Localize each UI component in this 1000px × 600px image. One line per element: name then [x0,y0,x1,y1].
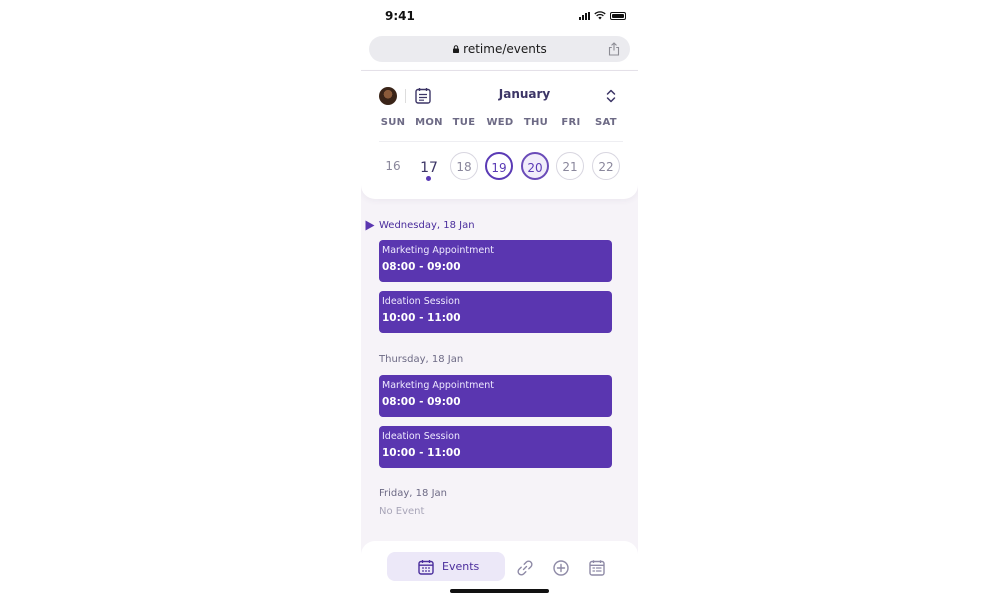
calendar-header: January SUN MON TUE WED THU FRI SAT 16 1… [361,71,638,199]
status-bar: 9:41 [361,0,638,34]
no-event-text: No Event [379,506,425,517]
date-cell[interactable]: 18 [450,152,478,180]
event-title: Ideation Session [382,431,460,442]
weekday-label: FRI [561,117,581,128]
schedule-list-icon[interactable] [588,559,606,577]
address-text-wrap: retime/events [369,42,630,56]
calendar-divider [379,141,623,142]
nav-events-label: Events [442,560,480,573]
today-indicator-dot [426,176,431,181]
date-cell-selected[interactable]: 19 [485,152,513,180]
weekday-label: WED [486,117,514,128]
battery-icon [610,11,626,20]
weekday-label: SAT [595,117,617,128]
event-card[interactable]: Marketing Appointment 08:00 - 09:00 [379,375,612,417]
event-card[interactable]: Marketing Appointment 08:00 - 09:00 [379,240,612,282]
current-day-marker-icon [365,220,375,231]
home-indicator [450,589,549,593]
weekday-label: SUN [380,117,406,128]
date-cell[interactable]: 16 [379,152,407,180]
event-time: 10:00 - 11:00 [382,447,461,459]
link-icon[interactable] [516,559,534,577]
status-time: 9:41 [385,9,415,23]
day-heading: Friday, 18 Jan [379,488,447,499]
date-cell-selected[interactable]: 20 [521,152,549,180]
weekday-label: MON [415,117,443,128]
cellular-signal-icon [579,11,590,20]
address-text: retime/events [463,42,547,56]
day-heading: Thursday, 18 Jan [379,354,464,365]
date-cell[interactable]: 22 [592,152,620,180]
bottom-nav: Events [361,541,638,600]
share-icon[interactable] [608,42,620,56]
weekday-label: TUE [452,117,476,128]
event-card[interactable]: Ideation Session 10:00 - 11:00 [379,426,612,468]
browser-bar: retime/events [361,34,638,71]
weekday-label: THU [523,117,549,128]
header-divider [405,89,406,103]
address-bar[interactable]: retime/events [369,36,630,62]
chevron-up-down-icon[interactable] [605,88,617,104]
event-title: Ideation Session [382,296,460,307]
avatar[interactable] [379,87,397,105]
date-cell[interactable]: 21 [556,152,584,180]
nav-events-tab[interactable]: Events [387,552,505,581]
event-card[interactable]: Ideation Session 10:00 - 11:00 [379,291,612,333]
add-circle-icon[interactable] [552,559,570,577]
lock-icon [453,45,460,53]
event-time: 10:00 - 11:00 [382,312,461,324]
weekday-row: SUN MON TUE WED THU FRI SAT [379,117,629,131]
event-time: 08:00 - 09:00 [382,261,461,273]
calendar-icon[interactable] [415,87,431,104]
wifi-icon [594,11,606,20]
calendar-icon [418,560,434,575]
phone-screen: 9:41 retime/events January SUN MON TUE W… [361,0,638,600]
status-icons [579,11,626,20]
event-time: 08:00 - 09:00 [382,396,461,408]
event-title: Marketing Appointment [382,245,494,256]
month-label[interactable]: January [451,87,598,101]
day-heading: Wednesday, 18 Jan [379,220,475,231]
event-title: Marketing Appointment [382,380,494,391]
